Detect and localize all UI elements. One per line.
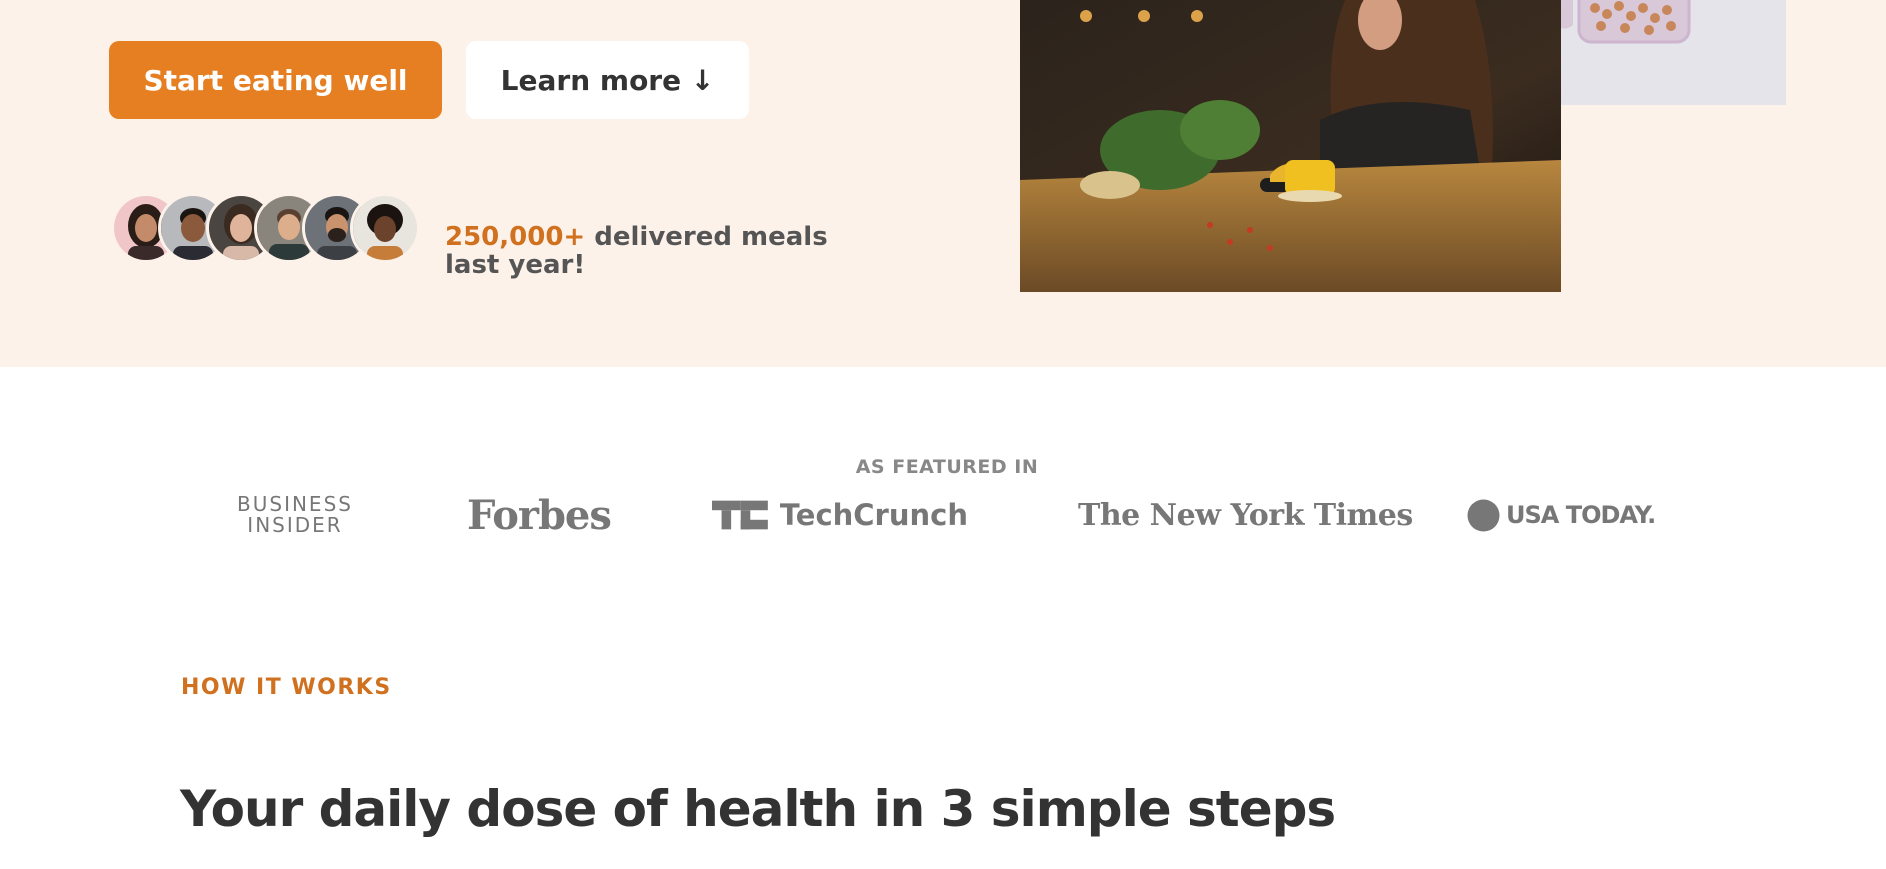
usa-today-circle-icon <box>1467 499 1500 531</box>
business-insider-logo-line1: BUSINESS <box>237 492 353 516</box>
delivered-meals-count: 250,000+ <box>445 222 586 252</box>
customer-avatar <box>350 193 420 263</box>
techcrunch-logo: TechCrunch <box>712 490 968 540</box>
how-it-works-heading: Your daily dose of health in 3 simple st… <box>180 779 1336 838</box>
forbes-logo: Forbes <box>467 491 612 539</box>
hero-section: Start eating well Learn more ↓ 250,000+ … <box>0 0 1886 367</box>
how-it-works-label: HOW IT WORKS <box>181 675 392 700</box>
business-insider-logo: BUSINESS INSIDER <box>236 490 354 540</box>
techcrunch-mark-icon <box>712 500 768 530</box>
techcrunch-logo-text: TechCrunch <box>779 498 968 532</box>
usa-today-logo: USA TODAY. <box>1467 490 1657 540</box>
woman-eating-photo <box>1020 0 1561 292</box>
meal-prep-photo <box>1561 0 1786 105</box>
customer-avatars <box>111 193 421 263</box>
business-insider-logo-line2: INSIDER <box>247 513 343 537</box>
learn-more-button[interactable]: Learn more ↓ <box>466 41 749 119</box>
usa-today-logo-text: USA TODAY. <box>1506 501 1656 529</box>
new-york-times-logo: The New York Times <box>1078 497 1413 533</box>
featured-in-heading: AS FEATURED IN <box>855 456 1039 478</box>
start-eating-well-button[interactable]: Start eating well <box>109 41 442 119</box>
delivered-meals-text: 250,000+ delivered meals last year! <box>445 223 885 279</box>
